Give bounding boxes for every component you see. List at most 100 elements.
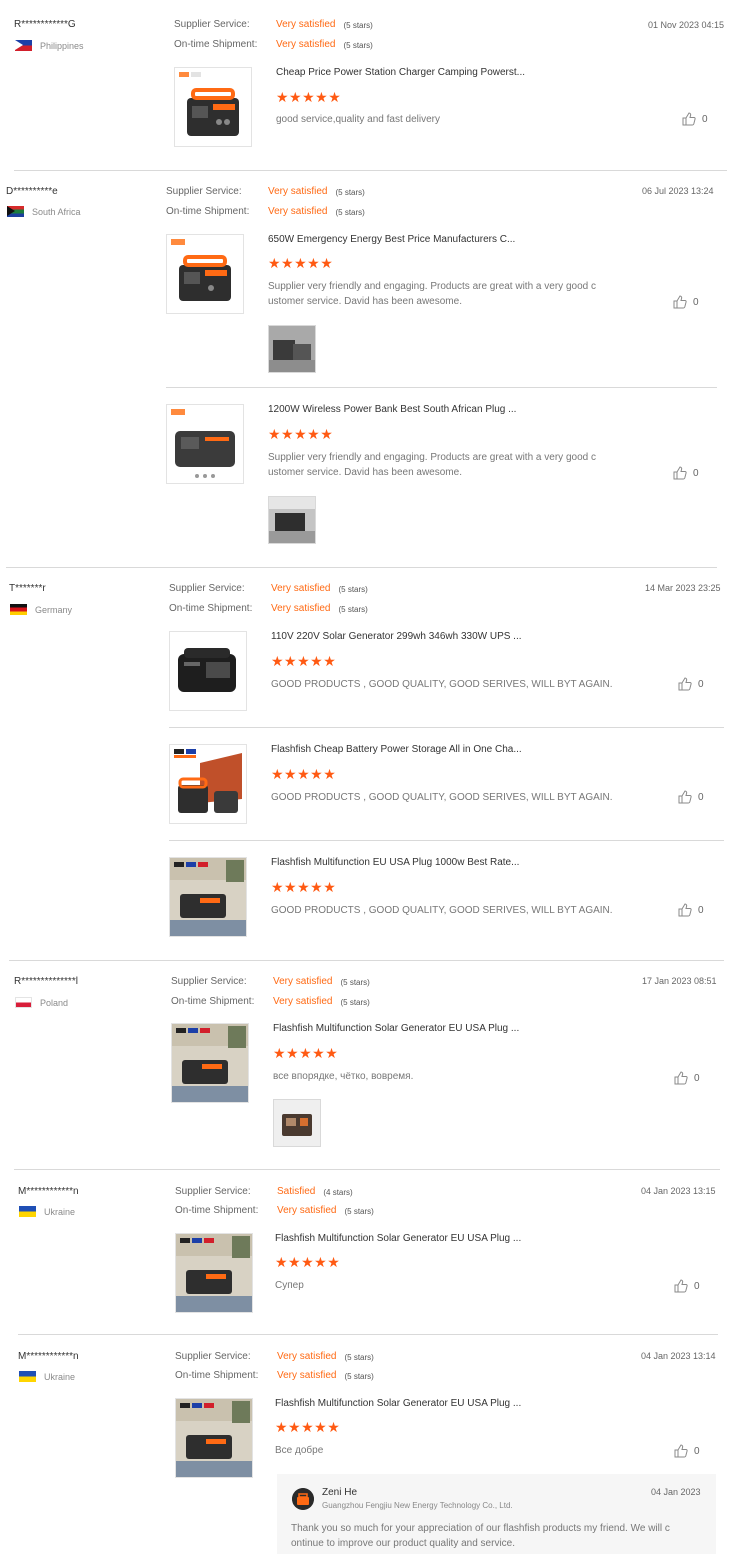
product-thumbnail[interactable] xyxy=(171,1023,249,1103)
like-count: 0 xyxy=(693,296,699,308)
ontime-shipment-value: Very satisfied xyxy=(277,1370,337,1381)
supplier-reply-name: Zeni He xyxy=(322,1487,358,1498)
ontime-shipment-value: Very satisfied xyxy=(271,603,331,614)
like-count: 0 xyxy=(693,467,699,479)
product-title[interactable]: Flashfish Cheap Battery Power Storage Al… xyxy=(271,744,522,755)
thumbs-up-icon xyxy=(674,1071,688,1085)
product-title[interactable]: 650W Emergency Energy Best Price Manufac… xyxy=(268,234,515,245)
review-text: Супер xyxy=(275,1280,304,1291)
supplier-service-value: Very satisfied xyxy=(271,583,331,594)
ontime-shipment-label: On-time Shipment: xyxy=(174,39,258,50)
germany-flag-icon xyxy=(10,604,27,615)
supplier-service-rating: Supplier Service: Very satisfied (5 stars) xyxy=(169,583,368,596)
ukraine-flag-icon xyxy=(19,1371,36,1382)
product-thumbnail[interactable] xyxy=(174,67,252,147)
review-divider xyxy=(9,960,724,961)
product-thumbnail[interactable] xyxy=(166,234,244,314)
product-title[interactable]: Cheap Price Power Station Charger Campin… xyxy=(276,67,525,78)
supplier-service-stars: (5 stars) xyxy=(344,1353,374,1362)
supplier-service-label: Supplier Service: xyxy=(169,583,245,594)
ontime-shipment-rating: On-time Shipment: Very satisfied (5 stars) xyxy=(171,996,370,1009)
review-date: 17 Jan 2023 08:51 xyxy=(642,976,717,986)
review-photo[interactable] xyxy=(273,1099,321,1147)
product-rating-stars: ★★★★★ xyxy=(268,426,334,442)
review-photo[interactable] xyxy=(268,325,316,373)
like-button[interactable]: 0 xyxy=(673,295,699,309)
review-date: 04 Jan 2023 13:15 xyxy=(641,1186,716,1196)
like-count: 0 xyxy=(698,904,704,916)
thumbs-up-icon xyxy=(678,790,692,804)
supplier-company: Guangzhou Fengjiu New Energy Technology … xyxy=(322,1501,513,1510)
product-title[interactable]: Flashfish Multifunction Solar Generator … xyxy=(273,1023,519,1034)
buyer-name: R**************l xyxy=(14,976,78,987)
buyer-country: Philippines xyxy=(15,40,84,51)
review-divider xyxy=(6,567,717,568)
supplier-avatar xyxy=(292,1488,314,1510)
supplier-reply-date: 04 Jan 2023 xyxy=(651,1487,701,1497)
ontime-shipment-rating: On-time Shipment: Very satisfied (5 stars) xyxy=(174,39,373,52)
product-rating-stars: ★★★★★ xyxy=(271,766,337,782)
supplier-service-stars: (4 stars) xyxy=(323,1188,353,1197)
ontime-shipment-label: On-time Shipment: xyxy=(169,603,253,614)
like-button[interactable]: 0 xyxy=(674,1279,700,1293)
ontime-shipment-label: On-time Shipment: xyxy=(171,996,255,1007)
supplier-service-rating: Supplier Service: Satisfied (4 stars) xyxy=(175,1186,353,1199)
supplier-service-value: Very satisfied xyxy=(276,19,336,30)
like-count: 0 xyxy=(702,113,708,125)
like-button[interactable]: 0 xyxy=(678,790,704,804)
ontime-shipment-stars: (5 stars) xyxy=(340,998,370,1007)
supplier-service-rating: Supplier Service: Very satisfied (5 stars) xyxy=(171,976,370,989)
thumbs-up-icon xyxy=(678,903,692,917)
supplier-service-stars: (5 stars) xyxy=(340,978,370,987)
product-thumbnail[interactable] xyxy=(169,631,247,711)
ontime-shipment-label: On-time Shipment: xyxy=(175,1205,259,1216)
ontime-shipment-value: Very satisfied xyxy=(273,996,333,1007)
supplier-reply: Zeni He Guangzhou Fengjiu New Energy Tec… xyxy=(277,1474,716,1554)
review-divider xyxy=(18,1334,718,1335)
country-label: Philippines xyxy=(40,40,84,51)
product-thumbnail[interactable] xyxy=(169,857,247,937)
product-rating-stars: ★★★★★ xyxy=(273,1045,339,1061)
ukraine-flag-icon xyxy=(19,1206,36,1217)
supplier-service-stars: (5 stars) xyxy=(343,21,373,30)
ontime-shipment-stars: (5 stars) xyxy=(335,208,365,217)
thumbs-up-icon xyxy=(678,677,692,691)
buyer-country: Ukraine xyxy=(19,1206,75,1217)
product-thumbnail[interactable] xyxy=(166,404,244,484)
thumbs-up-icon xyxy=(673,295,687,309)
product-title[interactable]: 110V 220V Solar Generator 299wh 346wh 33… xyxy=(271,631,522,642)
product-title[interactable]: Flashfish Multifunction Solar Generator … xyxy=(275,1398,521,1409)
supplier-service-rating: Supplier Service: Very satisfied (5 stars) xyxy=(166,186,365,199)
south-africa-flag-icon xyxy=(7,206,24,217)
buyer-country: Ukraine xyxy=(19,1371,75,1382)
review-photo[interactable] xyxy=(268,496,316,544)
review-text: Supplier very friendly and engaging. Pro… xyxy=(268,281,596,307)
country-label: Ukraine xyxy=(44,1206,76,1217)
product-rating-stars: ★★★★★ xyxy=(271,879,337,895)
product-rating-stars: ★★★★★ xyxy=(268,255,334,271)
product-thumbnail[interactable] xyxy=(175,1398,253,1478)
buyer-country: Germany xyxy=(10,604,72,615)
product-thumbnail[interactable] xyxy=(169,744,247,824)
like-button[interactable]: 0 xyxy=(678,903,704,917)
ontime-shipment-rating: On-time Shipment: Very satisfied (5 stars) xyxy=(175,1205,374,1218)
like-button[interactable]: 0 xyxy=(673,466,699,480)
product-title[interactable]: 1200W Wireless Power Bank Best South Afr… xyxy=(268,404,516,415)
product-thumbnail[interactable] xyxy=(175,1233,253,1313)
product-rating-stars: ★★★★★ xyxy=(276,89,342,105)
review-date: 04 Jan 2023 13:14 xyxy=(641,1351,716,1361)
like-count: 0 xyxy=(694,1445,700,1457)
product-title[interactable]: Flashfish Multifunction EU USA Plug 1000… xyxy=(271,857,519,868)
review-text: GOOD PRODUCTS , GOOD QUALITY, GOOD SERIV… xyxy=(271,905,613,916)
review-text: GOOD PRODUCTS , GOOD QUALITY, GOOD SERIV… xyxy=(271,679,613,690)
like-button[interactable]: 0 xyxy=(674,1444,700,1458)
review-date: 06 Jul 2023 13:24 xyxy=(642,186,714,196)
ontime-shipment-stars: (5 stars) xyxy=(344,1372,374,1381)
supplier-service-stars: (5 stars) xyxy=(335,188,365,197)
like-button[interactable]: 0 xyxy=(674,1071,700,1085)
poland-flag-icon xyxy=(15,997,32,1008)
product-title[interactable]: Flashfish Multifunction Solar Generator … xyxy=(275,1233,521,1244)
like-button[interactable]: 0 xyxy=(678,677,704,691)
like-button[interactable]: 0 xyxy=(682,112,708,126)
country-label: Germany xyxy=(35,604,73,615)
